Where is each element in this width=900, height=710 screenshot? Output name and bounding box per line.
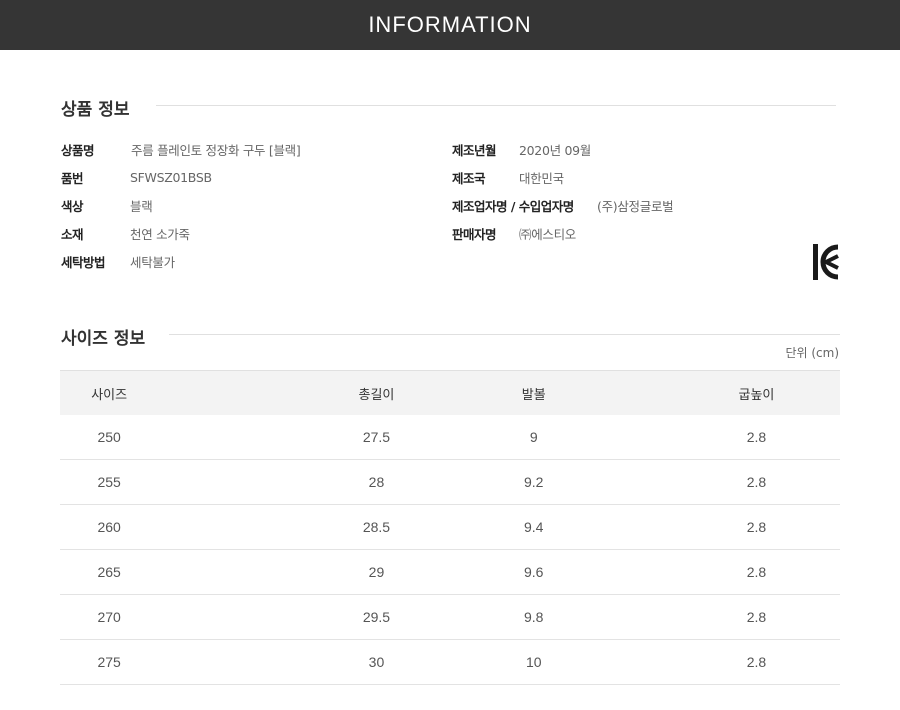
table-cell: 270 <box>97 609 121 625</box>
info-key: 제조업자명 / 수입업자명 <box>452 198 574 214</box>
table-cell: 28.5 <box>362 519 391 535</box>
table-cell: 9.6 <box>524 564 544 580</box>
table-cell: 9.8 <box>524 609 544 625</box>
info-row: 상품명 주름 플레인토 정장화 구두 [블랙] <box>61 139 301 159</box>
info-key: 세탁방법 <box>61 254 106 270</box>
table-cell: 2.8 <box>746 474 767 490</box>
table-cell: 27.5 <box>362 429 391 445</box>
table-cell: 2.8 <box>746 519 767 535</box>
info-row: 품번 SFWSZ01BSB <box>61 167 212 187</box>
table-cell: 30 <box>368 654 385 670</box>
info-key: 소재 <box>61 226 84 242</box>
table-row: 250 27.5 9 2.8 <box>60 415 840 460</box>
info-key: 품번 <box>61 170 84 186</box>
table-row: 260 28.5 9.4 2.8 <box>60 505 840 550</box>
table-cell: 28 <box>368 474 385 490</box>
table-cell: 255 <box>97 474 121 490</box>
info-key: 색상 <box>61 198 84 214</box>
column-header-size: 사이즈 <box>91 387 128 403</box>
size-table: 사이즈 총길이 발볼 굽높이 250 27.5 9 2.8 255 28 9.2 2.8 260… <box>60 370 840 685</box>
info-row: 소재 천연 소가죽 <box>61 223 190 243</box>
table-cell: 9.4 <box>524 519 544 535</box>
size-table-header: 사이즈 총길이 발볼 굽높이 <box>60 370 840 415</box>
table-cell: 29.5 <box>362 609 391 625</box>
product-info-title: 상품 정보 <box>61 95 129 120</box>
info-key: 제조국 <box>452 170 486 186</box>
information-header: INFORMATION <box>0 0 900 50</box>
info-value: SFWSZ01BSB <box>130 169 212 185</box>
info-value: 세탁불가 <box>130 254 175 270</box>
info-value: 주름 플레인토 정장화 구두 [블랙] <box>131 142 301 158</box>
info-value: 블랙 <box>130 198 153 214</box>
table-cell: 2.8 <box>746 654 767 670</box>
info-value: (주)삼정글로벌 <box>597 198 674 214</box>
table-cell: 29 <box>368 564 385 580</box>
table-cell: 275 <box>97 654 121 670</box>
info-row: 색상 블랙 <box>61 195 153 215</box>
unit-note: 단위 (cm) <box>785 346 839 360</box>
table-cell: 260 <box>97 519 121 535</box>
info-key: 제조년월 <box>452 142 497 158</box>
table-cell: 9.2 <box>524 474 544 490</box>
table-row: 275 30 10 2.8 <box>60 640 840 685</box>
size-info-title-text: 사이즈 정보 <box>61 329 146 349</box>
info-row: 제조년월 2020년 09월 <box>452 139 591 159</box>
header-title: INFORMATION <box>368 12 532 37</box>
column-header-total-length: 총길이 <box>358 387 395 403</box>
table-row: 270 29.5 9.8 2.8 <box>60 595 840 640</box>
table-cell: 2.8 <box>746 564 767 580</box>
kc-certification-icon <box>813 244 839 280</box>
info-row: 판매자명 ㈜에스티오 <box>452 223 576 243</box>
product-info-title-text: 상품 정보 <box>61 100 130 120</box>
info-key: 판매자명 <box>452 226 497 242</box>
table-cell: 265 <box>97 564 121 580</box>
table-row: 265 29 9.6 2.8 <box>60 550 840 595</box>
table-cell: 9 <box>529 429 538 445</box>
info-value: 2020년 09월 <box>519 142 591 158</box>
size-info-title: 사이즈 정보 <box>61 324 145 349</box>
column-header-ball-width: 발볼 <box>521 387 546 403</box>
size-table-body: 250 27.5 9 2.8 255 28 9.2 2.8 260 28.5 9.4 2.8 265 29… <box>60 415 840 685</box>
info-value: 천연 소가죽 <box>130 226 190 242</box>
table-cell: 2.8 <box>746 609 767 625</box>
table-row: 255 28 9.2 2.8 <box>60 460 840 505</box>
info-key: 상품명 <box>61 142 95 158</box>
info-row: 제조업자명 / 수입업자명 (주)삼정글로벌 <box>452 195 674 215</box>
info-row: 세탁방법 세탁불가 <box>61 251 175 271</box>
info-value: ㈜에스티오 <box>519 226 577 242</box>
info-value: 대한민국 <box>519 170 564 186</box>
table-cell: 2.8 <box>746 429 767 445</box>
size-info-divider <box>169 334 840 335</box>
column-header-heel-height: 굽높이 <box>738 387 775 403</box>
table-cell: 10 <box>525 654 542 670</box>
table-cell: 250 <box>97 429 121 445</box>
product-info-divider <box>156 105 836 106</box>
info-row: 제조국 대한민국 <box>452 167 564 187</box>
